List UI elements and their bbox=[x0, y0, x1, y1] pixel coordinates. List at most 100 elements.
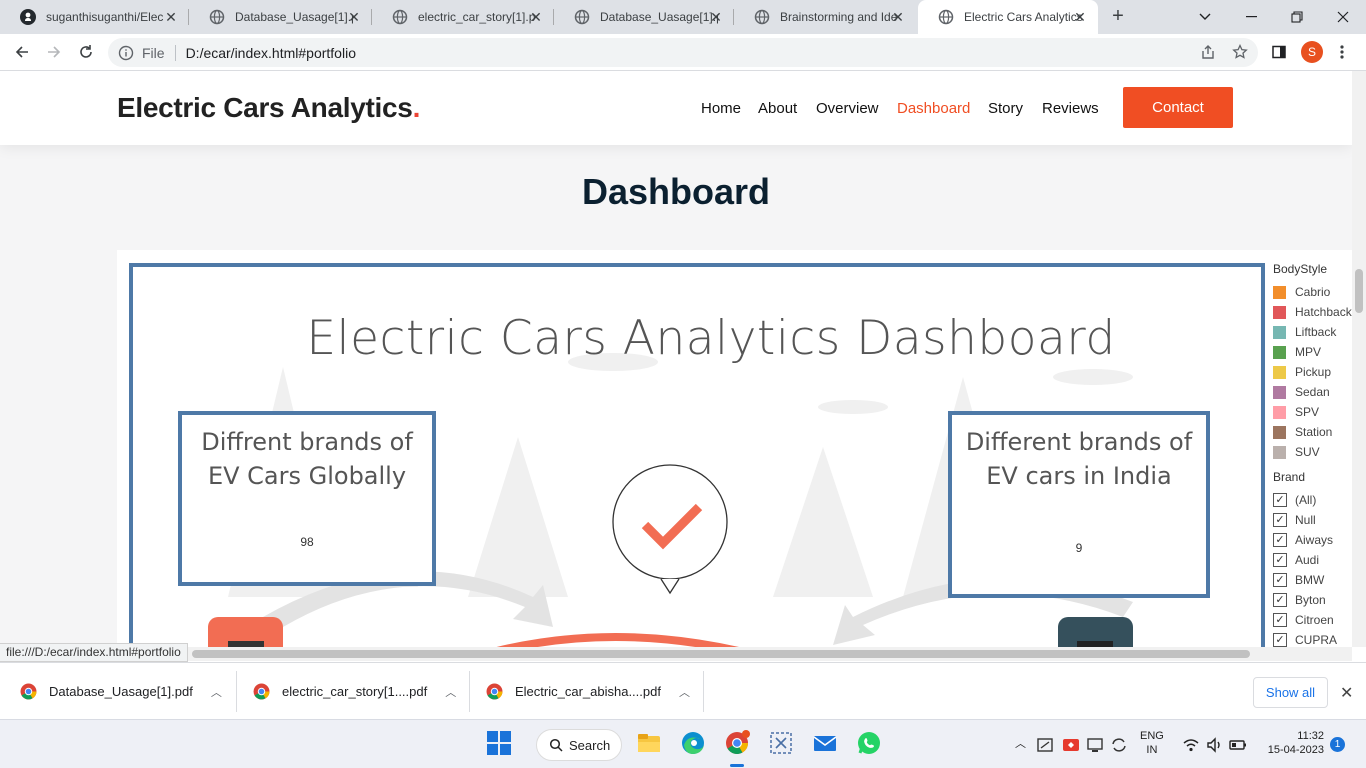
brand-filter-null[interactable]: ✓ Null bbox=[1273, 510, 1352, 530]
more-menu-icon[interactable] bbox=[1330, 40, 1354, 64]
info-icon[interactable] bbox=[118, 45, 134, 61]
profile-avatar[interactable]: S bbox=[1301, 41, 1323, 63]
checkbox-checked-icon[interactable]: ✓ bbox=[1273, 613, 1287, 627]
url-text[interactable]: D:/ecar/index.html#portfolio bbox=[186, 45, 356, 61]
side-panel-icon[interactable] bbox=[1267, 40, 1291, 64]
brand-filter-aiways[interactable]: ✓ Aiways bbox=[1273, 530, 1352, 550]
page-horizontal-scrollbar[interactable] bbox=[0, 647, 1352, 661]
chevron-up-icon[interactable]: ︿ bbox=[445, 684, 456, 700]
legend-label: Sedan bbox=[1295, 385, 1330, 399]
brand-filter-all[interactable]: ✓ (All) bbox=[1273, 490, 1352, 510]
chrome-icon[interactable] bbox=[724, 730, 750, 756]
forward-button[interactable] bbox=[42, 40, 66, 64]
nav-overview[interactable]: Overview bbox=[816, 100, 879, 117]
new-tab-button[interactable]: + bbox=[1106, 5, 1130, 29]
tab-database-usage[interactable]: Database_Uasage[1].p ✕ bbox=[189, 0, 372, 34]
tableau-embed[interactable]: Electric Cars Analytics Dashboard Diffre… bbox=[117, 250, 1352, 647]
download-item[interactable]: electric_car_story[1....pdf ︿ bbox=[237, 663, 470, 720]
checkbox-checked-icon[interactable]: ✓ bbox=[1273, 593, 1287, 607]
checkbox-checked-icon[interactable]: ✓ bbox=[1273, 553, 1287, 567]
close-download-bar-icon[interactable]: ✕ bbox=[1340, 683, 1353, 703]
brand-filter-audi[interactable]: ✓ Audi bbox=[1273, 550, 1352, 570]
battery-icon[interactable] bbox=[1229, 736, 1247, 754]
nav-about[interactable]: About bbox=[758, 100, 797, 117]
display-icon[interactable] bbox=[1086, 736, 1104, 754]
close-tab-icon[interactable]: ✕ bbox=[708, 9, 724, 25]
whatsapp-icon[interactable] bbox=[856, 730, 882, 756]
language-indicator[interactable]: ENG IN bbox=[1140, 729, 1164, 757]
windows-start-icon[interactable] bbox=[486, 730, 512, 756]
legend-item-station[interactable]: Station bbox=[1273, 422, 1352, 442]
close-tab-icon[interactable]: ✕ bbox=[163, 9, 179, 25]
brand-filter-bmw[interactable]: ✓ BMW bbox=[1273, 570, 1352, 590]
close-tab-icon[interactable]: ✕ bbox=[528, 9, 544, 25]
download-item[interactable]: Database_Uasage[1].pdf ︿ bbox=[0, 663, 237, 720]
scrollbar-thumb[interactable] bbox=[1355, 269, 1363, 313]
tab-github[interactable]: suganthisuganthi/Elec ✕ bbox=[0, 0, 189, 34]
site-logo[interactable]: Electric Cars Analytics. bbox=[117, 92, 420, 124]
reload-button[interactable] bbox=[74, 40, 98, 64]
tab-electric-cars-analytics[interactable]: Electric Cars Analytics ✕ bbox=[918, 0, 1098, 34]
volume-icon[interactable] bbox=[1206, 736, 1224, 754]
bookmark-star-icon[interactable] bbox=[1228, 40, 1252, 64]
legend-item-cabrio[interactable]: Cabrio bbox=[1273, 282, 1352, 302]
page-vertical-scrollbar[interactable] bbox=[1352, 71, 1366, 647]
tray-overflow-chevron-icon[interactable]: ︿ bbox=[1015, 737, 1026, 751]
download-item[interactable]: Electric_car_abisha....pdf ︿ bbox=[470, 663, 704, 720]
close-tab-icon[interactable]: ✕ bbox=[890, 9, 906, 25]
legend-label: SUV bbox=[1295, 445, 1320, 459]
show-all-downloads-button[interactable]: Show all bbox=[1253, 677, 1328, 708]
clock[interactable]: 11:32 15-04-2023 bbox=[1262, 729, 1324, 757]
chevron-up-icon[interactable]: ︿ bbox=[679, 684, 690, 700]
tab-brainstorming[interactable]: Brainstorming and Ide ✕ bbox=[734, 0, 916, 34]
nav-story[interactable]: Story bbox=[988, 100, 1023, 117]
legend-label: MPV bbox=[1295, 345, 1322, 359]
taskbar-search[interactable]: Search bbox=[536, 729, 622, 761]
brand-filter-byton[interactable]: ✓ Byton bbox=[1273, 590, 1352, 610]
wifi-icon[interactable] bbox=[1182, 736, 1200, 754]
close-window-button[interactable] bbox=[1320, 0, 1366, 34]
kpi-global-brands[interactable]: Diffrent brands of EV Cars Globally 98 bbox=[178, 411, 436, 586]
brand-filter-label: Citroen bbox=[1295, 613, 1334, 627]
brand-filter-citroen[interactable]: ✓ Citroen bbox=[1273, 610, 1352, 630]
sync-icon[interactable] bbox=[1110, 736, 1128, 754]
browser-toolbar: File D:/ecar/index.html#portfolio S bbox=[0, 34, 1366, 71]
minimize-button[interactable] bbox=[1228, 0, 1274, 34]
legend-item-spv[interactable]: SPV bbox=[1273, 402, 1352, 422]
snipping-tool-icon[interactable] bbox=[768, 730, 794, 756]
close-tab-icon[interactable]: ✕ bbox=[1072, 9, 1088, 25]
checkbox-checked-icon[interactable]: ✓ bbox=[1273, 533, 1287, 547]
close-tab-icon[interactable]: ✕ bbox=[346, 9, 362, 25]
legend-item-sedan[interactable]: Sedan bbox=[1273, 382, 1352, 402]
checkbox-checked-icon[interactable]: ✓ bbox=[1273, 633, 1287, 647]
checkbox-checked-icon[interactable]: ✓ bbox=[1273, 513, 1287, 527]
checkbox-checked-icon[interactable]: ✓ bbox=[1273, 493, 1287, 507]
restore-button[interactable] bbox=[1274, 0, 1320, 34]
address-bar[interactable]: File D:/ecar/index.html#portfolio bbox=[108, 38, 1258, 67]
nav-dashboard[interactable]: Dashboard bbox=[897, 100, 970, 117]
notification-badge[interactable]: 1 bbox=[1330, 737, 1345, 752]
brand-filter-cupra[interactable]: ✓ CUPRA bbox=[1273, 630, 1352, 647]
chevron-up-icon[interactable]: ︿ bbox=[211, 684, 222, 700]
back-button[interactable] bbox=[10, 40, 34, 64]
mail-icon[interactable] bbox=[812, 730, 838, 756]
contact-button[interactable]: Contact bbox=[1123, 87, 1233, 128]
tray-app-icon[interactable] bbox=[1036, 736, 1054, 754]
nav-reviews[interactable]: Reviews bbox=[1042, 100, 1099, 117]
file-explorer-icon[interactable] bbox=[636, 730, 662, 756]
share-icon[interactable] bbox=[1196, 40, 1220, 64]
tab-database-usage-2[interactable]: Database_Uasage[1].p ✕ bbox=[554, 0, 734, 34]
kpi-india-brands[interactable]: Different brands of EV cars in India 9 bbox=[948, 411, 1210, 598]
legend-item-liftback[interactable]: Liftback bbox=[1273, 322, 1352, 342]
checkbox-checked-icon[interactable]: ✓ bbox=[1273, 573, 1287, 587]
legend-item-mpv[interactable]: MPV bbox=[1273, 342, 1352, 362]
tab-search-icon[interactable] bbox=[1182, 0, 1228, 34]
legend-item-hatchback[interactable]: Hatchback bbox=[1273, 302, 1352, 322]
legend-item-suv[interactable]: SUV bbox=[1273, 442, 1352, 462]
antivirus-icon[interactable] bbox=[1062, 736, 1080, 754]
legend-item-pickup[interactable]: Pickup bbox=[1273, 362, 1352, 382]
scrollbar-thumb[interactable] bbox=[192, 650, 1250, 658]
edge-icon[interactable] bbox=[680, 730, 706, 756]
tab-electric-car-story[interactable]: electric_car_story[1].p ✕ bbox=[372, 0, 554, 34]
nav-home[interactable]: Home bbox=[701, 100, 741, 117]
